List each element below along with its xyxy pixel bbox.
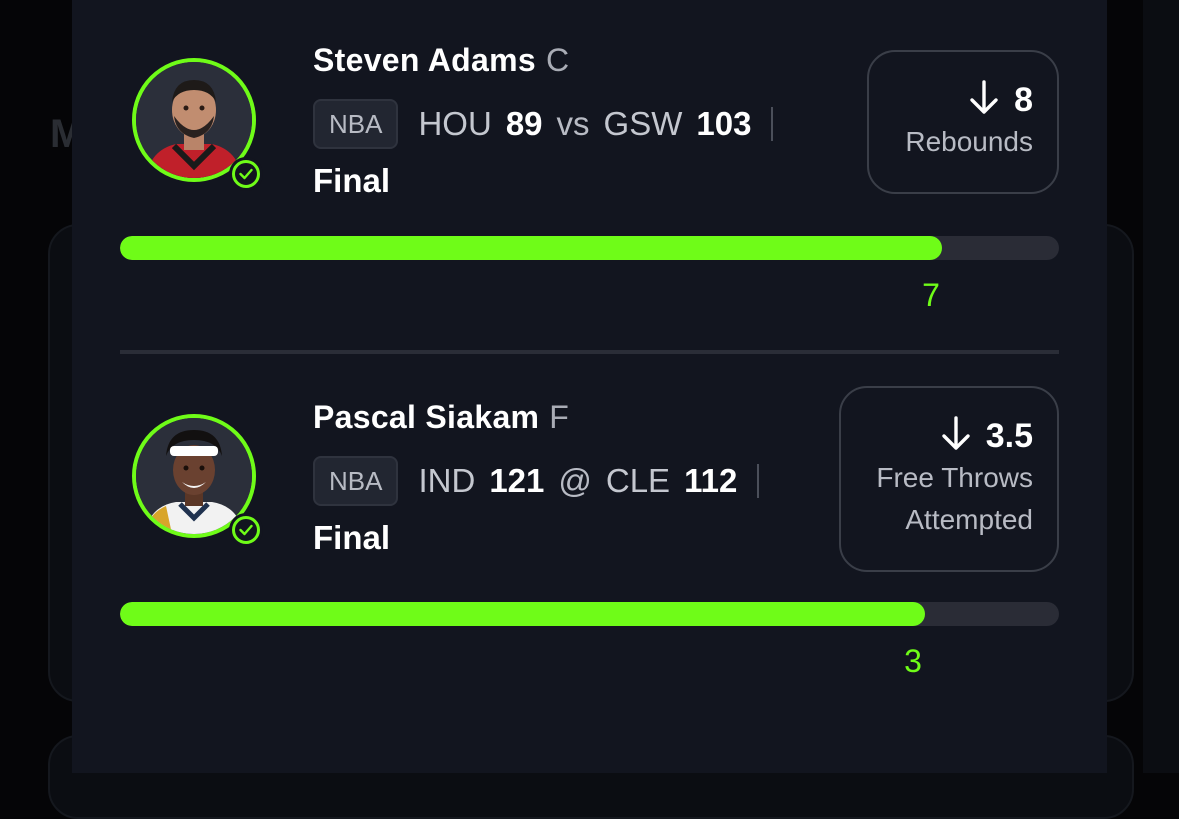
matchup-separator: vs <box>556 105 590 142</box>
team-1: HOU <box>418 105 492 142</box>
stat-label: Rebounds <box>905 126 1033 157</box>
actual-value: 7 <box>922 277 940 313</box>
progress-fill <box>120 236 942 260</box>
player-position: C <box>545 42 570 78</box>
progress-track <box>120 236 1059 260</box>
background-panel <box>1143 0 1179 773</box>
projection-box[interactable]: 8 Rebounds <box>867 50 1059 194</box>
arrow-down-icon <box>968 80 1000 121</box>
checkmark-icon <box>232 160 260 188</box>
league-badge: NBA <box>313 456 399 506</box>
matchup-separator: @ <box>558 462 592 499</box>
game-status: Final <box>313 162 391 199</box>
game-info: NBA IND 121 @ CLE 112 <box>313 456 760 506</box>
league-badge: NBA <box>313 99 399 149</box>
game-status: Final <box>313 519 391 556</box>
verified-badge <box>229 157 263 191</box>
projection-line: 3.5 <box>865 416 1033 457</box>
player-name: Pascal Siakam F <box>313 399 569 436</box>
team-2: CLE <box>605 462 671 499</box>
line-value: 3.5 <box>985 417 1033 455</box>
arrow-down-icon <box>940 416 972 457</box>
player-name-text: Pascal Siakam <box>313 399 540 435</box>
score-2: 103 <box>696 105 752 142</box>
score-1: 121 <box>489 462 545 499</box>
projection-box[interactable]: 3.5 Free Throws Attempted <box>839 386 1059 572</box>
score-1: 89 <box>505 105 543 142</box>
info-divider <box>757 464 760 498</box>
stat-label: Free Throws <box>876 462 1033 493</box>
info-divider <box>771 107 774 141</box>
team-1: IND <box>418 462 476 499</box>
player-position: F <box>549 399 570 435</box>
checkmark-icon <box>232 516 260 544</box>
player-name-text: Steven Adams <box>313 42 536 78</box>
picks-sheet: Steven Adams C NBA HOU 89 vs GSW 103 Fina… <box>72 0 1107 773</box>
game-info: NBA HOU 89 vs GSW 103 <box>313 99 774 149</box>
progress-fill <box>120 602 925 626</box>
team-2: GSW <box>603 105 683 142</box>
line-value: 8 <box>1014 81 1033 119</box>
pick-divider <box>120 350 1059 354</box>
verified-badge <box>229 513 263 547</box>
score-2: 112 <box>684 462 738 499</box>
player-name: Steven Adams C <box>313 42 569 79</box>
actual-value: 3 <box>904 643 922 679</box>
progress-track <box>120 602 1059 626</box>
stat-label: Attempted <box>905 504 1033 535</box>
projection-line: 8 <box>893 80 1033 121</box>
